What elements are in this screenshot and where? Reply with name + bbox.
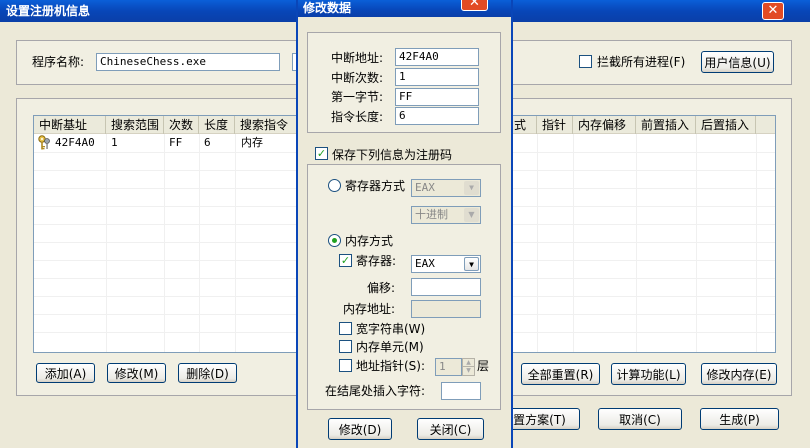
dialog-close-button[interactable]: 关闭(C) (417, 418, 484, 440)
program-name-field[interactable]: ChineseChess.exe (96, 53, 280, 71)
pointer-level-field[interactable]: 1 (435, 358, 462, 376)
calc-button[interactable]: 计算功能(L) (611, 363, 686, 385)
col-length[interactable]: 长度 (199, 116, 235, 134)
offset-field[interactable] (411, 278, 481, 296)
insert-end-field[interactable] (441, 382, 481, 400)
chevron-down-icon: ▼ (464, 181, 479, 195)
register-mode-radio[interactable] (328, 179, 341, 192)
generate-button[interactable]: 生成(P) (700, 408, 779, 430)
col-pointer[interactable]: 指针 (537, 116, 573, 134)
col-pre-insert[interactable]: 前置插入 (636, 116, 696, 134)
pointer-level-spinner[interactable]: ▲ ▼ (462, 358, 475, 376)
dialog-modify-button[interactable]: 修改(D) (328, 418, 392, 440)
cell-length: 6 (204, 136, 211, 149)
cancel-button[interactable]: 取消(C) (598, 408, 682, 430)
bp-count-field[interactable]: 1 (395, 68, 479, 86)
mem-addr-label: 内存地址: (343, 302, 396, 316)
keys-icon (37, 135, 51, 154)
col-search-range[interactable]: 搜索范围 (106, 116, 164, 134)
user-info-button[interactable]: 用户信息(U) (701, 51, 774, 73)
cell-search-range: 1 (111, 136, 118, 149)
col-search-instr[interactable]: 搜索指令 (235, 116, 297, 134)
wide-string-checkbox[interactable] (339, 322, 352, 335)
intercept-all-checkbox[interactable] (579, 55, 592, 68)
col-post-insert[interactable]: 后置插入 (696, 116, 756, 134)
offset-label: 偏移: (367, 281, 396, 295)
first-byte-label: 第一字节: (331, 90, 384, 104)
modify-data-dialog: 修改数据 ✕ 中断地址: 42F4A0 中断次数: 1 第一字节: FF 指令长… (296, 0, 513, 448)
bp-addr-label: 中断地址: (331, 51, 384, 65)
add-button[interactable]: 添加(A) (36, 363, 95, 383)
layer-label: 层 (477, 359, 490, 373)
cell-count: FF (169, 136, 183, 149)
register-checkbox[interactable]: ✓ (339, 254, 352, 267)
mem-addr-field[interactable] (411, 300, 481, 318)
register-label: 寄存器: (356, 254, 397, 268)
bp-count-label: 中断次数: (331, 71, 384, 85)
chevron-down-icon: ▼ (464, 257, 479, 271)
register-mode-combo-value: EAX (415, 181, 435, 194)
cell-bp-addr: 42F4A0 (55, 136, 95, 149)
chevron-down-icon: ▼ (464, 208, 479, 222)
addr-pointer-label: 地址指针(S): (356, 359, 426, 373)
bp-addr-field[interactable]: 42F4A0 (395, 48, 479, 66)
col-bp-addr[interactable]: 中断基址 (34, 116, 106, 134)
instr-len-field[interactable]: 6 (395, 107, 479, 125)
register-mode-combo[interactable]: EAX ▼ (411, 179, 481, 197)
save-as-reg-checkbox[interactable]: ✓ (315, 147, 328, 160)
col-mem-offset[interactable]: 内存偏移 (573, 116, 636, 134)
radix-combo[interactable]: 十进制 ▼ (411, 206, 481, 224)
register-combo-value: EAX (415, 257, 435, 270)
mem-unit-checkbox[interactable] (339, 340, 352, 353)
dialog-close-icon[interactable]: ✕ (461, 0, 488, 11)
reset-all-button[interactable]: 全部重置(R) (521, 363, 600, 385)
modify-button[interactable]: 修改(M) (107, 363, 166, 383)
main-close-button[interactable]: ✕ (762, 2, 784, 20)
instr-len-label: 指令长度: (331, 110, 384, 124)
memory-mode-label: 内存方式 (345, 234, 394, 248)
modify-memory-button[interactable]: 修改内存(E) (701, 363, 777, 385)
wide-string-label: 宽字符串(W) (356, 322, 426, 336)
program-name-label: 程序名称: (32, 55, 85, 69)
mem-unit-label: 内存单元(M) (356, 340, 424, 354)
memory-mode-radio[interactable] (328, 234, 341, 247)
addr-pointer-checkbox[interactable] (339, 359, 352, 372)
save-as-reg-label: 保存下列信息为注册码 (332, 148, 453, 162)
col-count[interactable]: 次数 (164, 116, 199, 134)
delete-button[interactable]: 删除(D) (178, 363, 237, 383)
cell-search-instr: 内存 (241, 136, 263, 149)
first-byte-field[interactable]: FF (395, 88, 479, 106)
col-mode-partial[interactable]: 式 (514, 116, 537, 134)
register-combo[interactable]: EAX ▼ (411, 255, 481, 273)
register-mode-label: 寄存器方式 (345, 179, 406, 193)
radix-combo-value: 十进制 (415, 208, 448, 221)
intercept-all-label: 拦截所有进程(F) (597, 55, 686, 69)
insert-end-label: 在结尾处插入字符: (325, 384, 426, 398)
